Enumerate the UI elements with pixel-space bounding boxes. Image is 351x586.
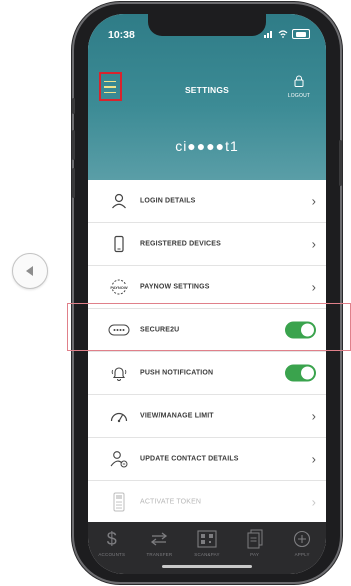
settings-item-push-notification: PUSH NOTIFICATION	[88, 352, 326, 395]
chevron-right-icon: ›	[311, 451, 316, 467]
phone-power-button	[339, 140, 342, 186]
settings-item-registered-devices[interactable]: REGISTERED DEVICES ›	[88, 223, 326, 266]
settings-item-label: LOGIN DETAILS	[140, 197, 196, 205]
transfer-icon	[137, 528, 181, 550]
toggle-knob	[301, 366, 314, 380]
tab-pay[interactable]: PAY	[233, 528, 277, 557]
tab-label: PAY	[250, 552, 260, 557]
phone-icon	[108, 233, 130, 255]
chevron-right-icon: ›	[311, 279, 316, 295]
wifi-icon	[278, 30, 288, 38]
tab-label: TRANSFER	[146, 552, 173, 557]
chevron-left-icon	[26, 266, 33, 276]
settings-item-update-contact-details[interactable]: UPDATE CONTACT DETAILS ›	[88, 438, 326, 481]
settings-item-view-manage-limit[interactable]: VIEW/MANAGE LIMIT ›	[88, 395, 326, 438]
settings-item-label: REGISTERED DEVICES	[140, 240, 221, 248]
qr-icon	[185, 528, 229, 550]
carousel-back-button[interactable]	[12, 253, 48, 289]
paynow-icon: PAYNOW	[108, 276, 130, 298]
signal-icon	[264, 31, 272, 38]
token-icon	[108, 491, 130, 513]
logout-label: LOGOUT	[287, 93, 311, 99]
settings-item-label: PUSH NOTIFICATION	[140, 369, 214, 377]
tab-transfer[interactable]: TRANSFER	[137, 528, 181, 557]
masked-username: ci●●●●t1	[175, 138, 239, 154]
phone-volume-up	[72, 130, 75, 160]
menu-button-highlight	[99, 72, 122, 101]
tab-accounts[interactable]: $ ACCOUNTS	[90, 528, 134, 558]
push-notification-toggle[interactable]	[285, 364, 316, 382]
tab-label: APPLY	[294, 552, 310, 557]
svg-text:PAYNOW: PAYNOW	[110, 285, 128, 290]
chevron-right-icon: ›	[311, 236, 316, 252]
settings-item-label: VIEW/MANAGE LIMIT	[140, 412, 214, 420]
lock-icon	[294, 75, 304, 87]
battery-icon	[292, 29, 310, 39]
bell-icon	[108, 362, 130, 384]
settings-item-label: PAYNOW SETTINGS	[140, 283, 210, 291]
tab-label: ACCOUNTS	[98, 552, 126, 557]
settings-item-label: UPDATE CONTACT DETAILS	[140, 455, 239, 463]
contact-icon	[108, 448, 130, 470]
logout-button[interactable]: LOGOUT	[284, 74, 314, 99]
tab-scanandpay[interactable]: SCAN&PAY	[185, 528, 229, 557]
home-indicator	[162, 565, 252, 568]
bottom-tab-bar: $ ACCOUNTS TRANSFER SCAN&PAY PAY APPLY	[88, 522, 326, 574]
user-icon	[108, 190, 130, 212]
plus-circle-icon	[280, 528, 324, 550]
settings-item-login-details[interactable]: LOGIN DETAILS ›	[88, 180, 326, 223]
settings-item-activate-token[interactable]: ACTIVATE TOKEN ›	[88, 481, 326, 524]
settings-header: 10:38 SETTINGS LOGOUT ci●●●●t1	[88, 14, 326, 180]
secure2u-row-highlight	[67, 303, 351, 351]
phone-screen: 10:38 SETTINGS LOGOUT ci●●●●t1 LOGIN DET…	[88, 14, 326, 574]
phone-notch	[148, 14, 266, 36]
status-icons	[264, 29, 310, 39]
chevron-right-icon: ›	[311, 494, 316, 510]
status-time: 10:38	[108, 29, 135, 41]
dollar-icon: $	[106, 528, 117, 549]
tab-apply[interactable]: APPLY	[280, 528, 324, 557]
settings-list: LOGIN DETAILS › REGISTERED DEVICES › PAY…	[88, 180, 326, 524]
tab-label: SCAN&PAY	[194, 552, 220, 557]
phone-mute-switch	[72, 98, 75, 114]
chevron-right-icon: ›	[311, 193, 316, 209]
bill-icon	[233, 528, 277, 550]
gauge-icon	[108, 405, 130, 427]
chevron-right-icon: ›	[311, 408, 316, 424]
settings-item-label: ACTIVATE TOKEN	[140, 498, 202, 506]
phone-volume-down	[72, 168, 75, 198]
